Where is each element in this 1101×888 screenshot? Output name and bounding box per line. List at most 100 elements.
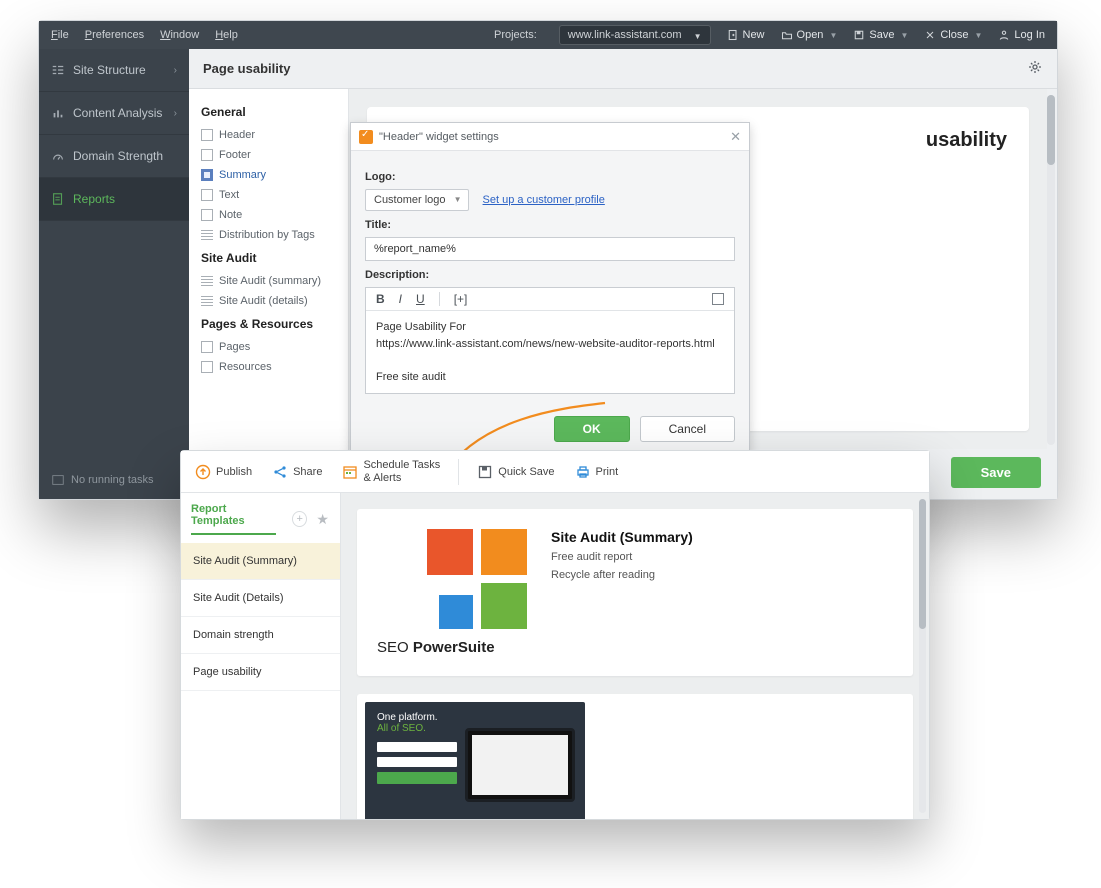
open-label: Open: [797, 29, 824, 41]
sidenav-domain-strength[interactable]: Domain Strength: [39, 135, 189, 178]
star-icon[interactable]: ★: [315, 511, 330, 527]
description-label: Description:: [365, 269, 735, 281]
logo-tile: [427, 529, 473, 575]
bar-chart-icon: [51, 106, 65, 120]
square-icon: [201, 129, 213, 141]
lines-icon: [201, 296, 213, 306]
projects-select[interactable]: www.link-assistant.com ▼: [559, 25, 711, 45]
share-button[interactable]: Share: [266, 460, 328, 484]
lines-icon: [201, 276, 213, 286]
front-toolbar: Publish Share Schedule Tasks& Alerts Qui…: [181, 451, 929, 493]
upload-icon: [195, 464, 211, 480]
preview-header-card: SEO PowerSuite Site Audit (Summary) Free…: [357, 509, 913, 676]
chevron-down-icon: ▼: [974, 31, 982, 40]
widget-header[interactable]: Header: [201, 125, 336, 145]
chevron-down-icon: ▼: [454, 195, 462, 204]
template-site-audit-summary[interactable]: Site Audit (Summary): [181, 543, 340, 580]
menu-preferences[interactable]: Preferences: [85, 29, 144, 41]
schedule-label-1: Schedule Tasks: [363, 459, 440, 471]
save-button[interactable]: Save: [951, 457, 1041, 488]
file-plus-icon: [727, 29, 739, 41]
widget-icon: [359, 130, 373, 144]
print-button[interactable]: Print: [569, 460, 625, 484]
brand-name: SEO PowerSuite: [377, 639, 527, 656]
widget-pages[interactable]: Pages: [201, 337, 336, 357]
ok-button[interactable]: OK: [554, 416, 630, 442]
report-icon: [51, 192, 65, 206]
square-icon: [201, 209, 213, 221]
schedule-button[interactable]: Schedule Tasks& Alerts: [336, 455, 446, 487]
preview-sub2: Recycle after reading: [551, 569, 693, 581]
group-heading: Pages & Resources: [201, 317, 336, 331]
widget-resources[interactable]: Resources: [201, 357, 336, 377]
gear-icon[interactable]: [1027, 59, 1043, 78]
close-label: Close: [940, 29, 968, 41]
schedule-label-2: & Alerts: [363, 472, 401, 484]
bold-button[interactable]: B: [376, 292, 385, 306]
cancel-button[interactable]: Cancel: [640, 416, 735, 442]
separator: [458, 459, 459, 485]
sidenav-site-structure[interactable]: Site Structure ›: [39, 49, 189, 92]
square-icon: [201, 341, 213, 353]
widget-site-audit-summary[interactable]: Site Audit (summary): [201, 271, 336, 291]
new-button[interactable]: New: [727, 29, 765, 41]
widget-distribution[interactable]: Distribution by Tags: [201, 225, 336, 245]
plus-icon[interactable]: +: [292, 511, 307, 527]
preview-screenshot-card: One platform.All of SEO.: [357, 694, 913, 819]
widget-text[interactable]: Text: [201, 185, 336, 205]
logo-label: Logo:: [365, 171, 735, 183]
tasks-icon: [51, 473, 65, 487]
widget-site-audit-details[interactable]: Site Audit (details): [201, 291, 336, 311]
sidenav-reports[interactable]: Reports: [39, 178, 189, 221]
dialog-title: "Header" widget settings: [379, 131, 499, 143]
template-domain-strength[interactable]: Domain strength: [181, 617, 340, 654]
scrollbar[interactable]: [919, 499, 926, 813]
lines-icon: [201, 230, 213, 240]
publish-button[interactable]: Publish: [189, 460, 258, 484]
chevron-down-icon: ▼: [829, 31, 837, 40]
widget-footer[interactable]: Footer: [201, 145, 336, 165]
insert-button[interactable]: [+]: [454, 292, 468, 306]
group-heading: Site Audit: [201, 251, 336, 265]
calendar-icon: [342, 464, 358, 480]
expand-icon[interactable]: [712, 293, 724, 305]
close-icon[interactable]: ✕: [730, 129, 741, 145]
template-page-usability[interactable]: Page usability: [181, 654, 340, 691]
menu-help[interactable]: Help: [215, 29, 238, 41]
close-button-top[interactable]: Close ▼: [924, 29, 982, 41]
underline-button[interactable]: U: [416, 292, 425, 306]
open-button[interactable]: Open ▼: [781, 29, 838, 41]
dialog-titlebar[interactable]: "Header" widget settings ✕: [351, 123, 749, 151]
title-input[interactable]: [365, 237, 735, 261]
projects-label: Projects:: [494, 29, 537, 41]
description-textarea[interactable]: Page Usability For https://www.link-assi…: [366, 311, 734, 393]
template-site-audit-details[interactable]: Site Audit (Details): [181, 580, 340, 617]
widget-note[interactable]: Note: [201, 205, 336, 225]
italic-button[interactable]: I: [399, 292, 402, 306]
sidenav-content-analysis[interactable]: Content Analysis ›: [39, 92, 189, 135]
description-editor: B I U [+] Page Usability For https://www…: [365, 287, 735, 394]
template-preview: SEO PowerSuite Site Audit (Summary) Free…: [341, 493, 929, 819]
logo-tile: [481, 583, 527, 629]
save-button-top[interactable]: Save ▼: [853, 29, 908, 41]
menu-file[interactable]: FFileile: [51, 29, 69, 41]
title-label: Title:: [365, 219, 735, 231]
gauge-icon: [51, 149, 65, 163]
separator: [439, 292, 440, 306]
widget-summary[interactable]: Summary: [201, 165, 336, 185]
scrollbar-thumb[interactable]: [1047, 95, 1055, 165]
quicksave-button[interactable]: Quick Save: [471, 460, 560, 484]
sidenav-footer: No running tasks: [39, 461, 189, 499]
setup-profile-link[interactable]: Set up a customer profile: [483, 194, 605, 206]
header-widget-dialog: "Header" widget settings ✕ Logo: Custome…: [350, 122, 750, 455]
scrollbar-thumb[interactable]: [919, 499, 926, 629]
logo-block: SEO PowerSuite: [377, 529, 527, 656]
scrollbar[interactable]: [1047, 95, 1055, 445]
menu-window[interactable]: Window: [160, 29, 199, 41]
page-header: Page usability: [189, 49, 1057, 89]
preview-title: Site Audit (Summary): [551, 529, 693, 545]
login-button[interactable]: Log In: [998, 29, 1045, 41]
logo-select[interactable]: Customer logo ▼: [365, 189, 469, 211]
structure-icon: [51, 63, 65, 77]
user-icon: [998, 29, 1010, 41]
